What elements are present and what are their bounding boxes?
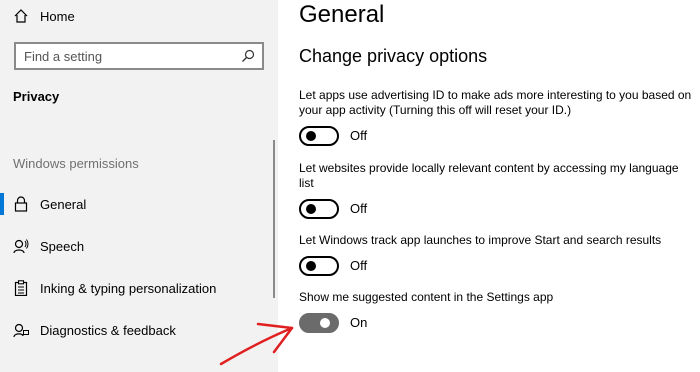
sidebar-item-label: General	[40, 196, 87, 212]
option-advertising-id-text: Let apps use advertising ID to make ads …	[299, 88, 692, 117]
clipboard-icon	[12, 279, 30, 297]
toggle-state-label: On	[350, 315, 368, 330]
diagnostics-icon	[12, 321, 30, 339]
search-box[interactable]: Find a setting	[14, 42, 264, 70]
home-icon	[12, 7, 30, 25]
option-language-list-text: Let websites provide locally relevant co…	[299, 161, 679, 190]
sidebar: Home Find a setting Privacy Windows perm…	[0, 0, 278, 372]
home-label: Home	[40, 8, 75, 24]
search-icon[interactable]	[240, 48, 256, 64]
sidebar-item-general[interactable]: General	[0, 186, 278, 222]
toggle-knob	[306, 261, 316, 271]
sidebar-item-label: Diagnostics & feedback	[40, 322, 176, 338]
advertising-id-toggle[interactable]	[299, 126, 339, 146]
sidebar-item-speech[interactable]: Speech	[0, 228, 278, 264]
main-content: General Change privacy options Let apps …	[278, 0, 700, 372]
section-title: Change privacy options	[299, 46, 488, 66]
toggle-knob	[306, 131, 316, 141]
language-list-toggle[interactable]	[299, 199, 339, 219]
sidebar-item-inking[interactable]: Inking & typing personalization	[0, 270, 278, 306]
sidebar-scrollbar[interactable]	[273, 140, 275, 298]
app-launches-toggle[interactable]	[299, 256, 339, 276]
sidebar-item-label: Inking & typing personalization	[40, 280, 217, 296]
home-nav-item[interactable]: Home	[0, 0, 278, 32]
page-title: General	[299, 1, 385, 28]
windows-permissions-label: Windows permissions	[13, 156, 139, 171]
speech-icon	[12, 237, 30, 255]
option-suggested-content-text: Show me suggested content in the Setting…	[299, 290, 554, 304]
privacy-heading: Privacy	[13, 89, 60, 104]
lock-icon	[12, 195, 30, 213]
annotation-arrow	[219, 322, 294, 366]
suggested-content-toggle[interactable]	[299, 313, 339, 333]
sidebar-item-label: Speech	[40, 238, 85, 254]
toggle-knob	[306, 204, 316, 214]
search-input[interactable]: Find a setting	[24, 49, 102, 64]
toggle-knob	[320, 318, 330, 328]
option-app-launches-text: Let Windows track app launches to improv…	[299, 233, 662, 247]
toggle-state-label: Off	[350, 128, 368, 143]
toggle-state-label: Off	[350, 258, 368, 273]
toggle-state-label: Off	[350, 201, 368, 216]
